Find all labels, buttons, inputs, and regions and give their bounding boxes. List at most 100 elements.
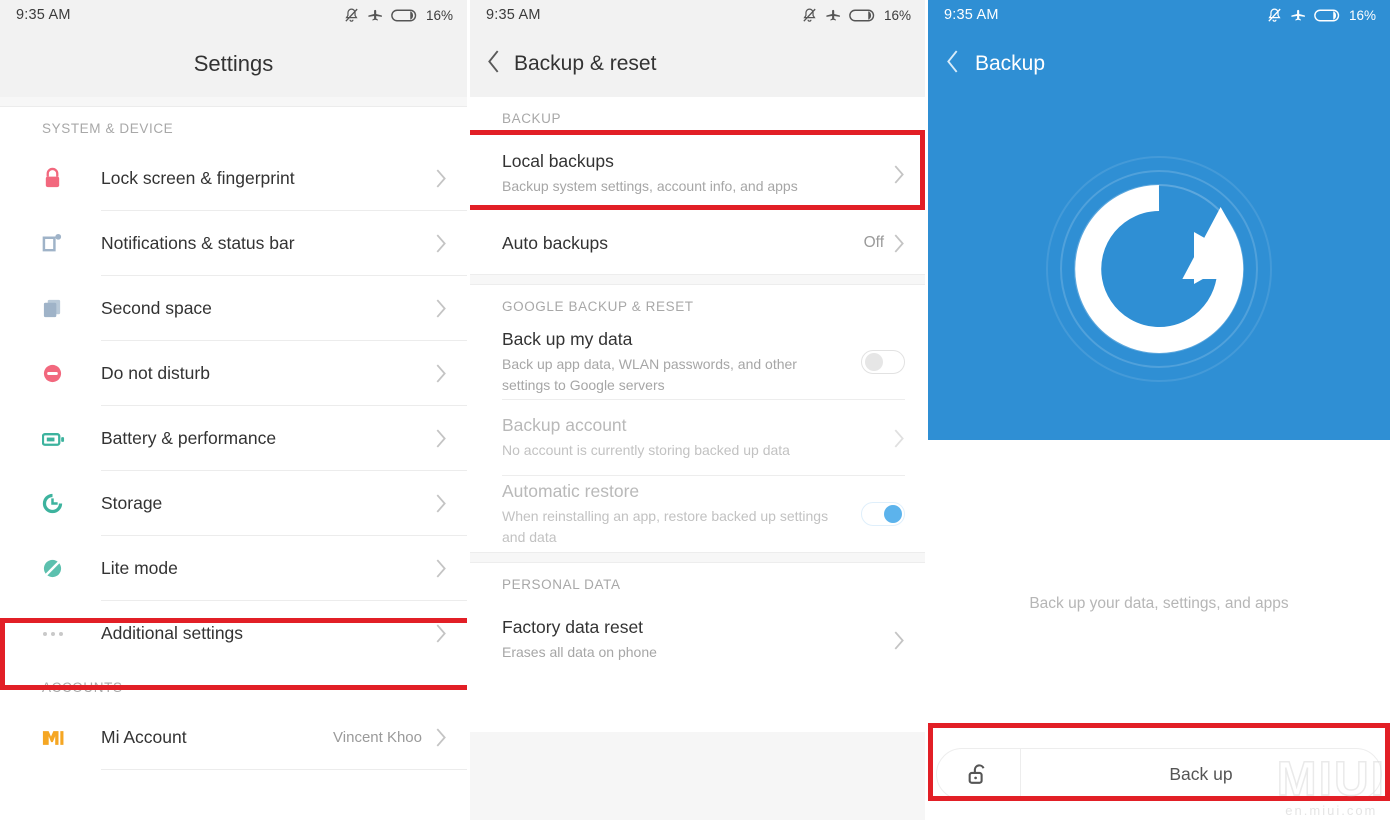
backup-hero-body bbox=[928, 97, 1390, 440]
status-bar: 9:35 AM 16% bbox=[0, 0, 467, 30]
backup-reset-header: Backup & reset bbox=[470, 30, 925, 97]
chevron-right-icon bbox=[436, 169, 446, 188]
mi-logo-icon bbox=[42, 730, 101, 746]
list-item-local-backups[interactable]: Local backups Backup system settings, ac… bbox=[470, 136, 925, 212]
mute-bell-icon bbox=[803, 8, 816, 22]
page-title: Backup bbox=[975, 51, 1046, 75]
sidebar-item-notifications[interactable]: Notifications & status bar bbox=[0, 211, 467, 276]
section-divider bbox=[470, 552, 925, 563]
chevron-right-icon bbox=[894, 233, 904, 253]
screenshot-root: 9:35 AM 16% Settings SYSTEM & DEVICE Loc… bbox=[0, 0, 1390, 820]
list-item-subtitle: Back up app data, WLAN passwords, and ot… bbox=[502, 356, 797, 393]
battery-percent-label: 16% bbox=[883, 7, 911, 23]
unlock-padlock-icon[interactable] bbox=[937, 749, 1021, 799]
list-item-tail bbox=[894, 164, 905, 184]
sidebar-item-label: Mi Account bbox=[101, 727, 187, 747]
list-item-tail bbox=[894, 630, 905, 650]
automatic-restore-toggle[interactable] bbox=[861, 502, 905, 526]
list-item-text: Auto backups bbox=[502, 233, 608, 254]
status-bar-time: 9:35 AM bbox=[486, 7, 541, 23]
list-item-factory-data-reset[interactable]: Factory data reset Erases all data on ph… bbox=[470, 602, 925, 678]
list-item-subtitle: Erases all data on phone bbox=[502, 644, 657, 661]
airplane-mode-icon bbox=[368, 9, 382, 20]
sidebar-item-second-space[interactable]: Second space bbox=[0, 276, 467, 341]
do-not-disturb-icon bbox=[42, 363, 101, 384]
sidebar-item-label: Storage bbox=[101, 493, 163, 513]
list-item-text: Local backups Backup system settings, ac… bbox=[502, 151, 798, 196]
list-item-title: Auto backups bbox=[502, 232, 609, 253]
status-bar-icons: 16% bbox=[343, 7, 453, 24]
chevron-right-icon bbox=[436, 559, 446, 578]
back-up-my-data-toggle[interactable] bbox=[861, 350, 905, 374]
settings-screen: 9:35 AM 16% Settings SYSTEM & DEVICE Loc… bbox=[0, 0, 470, 820]
watermark-sub: en.miui.com bbox=[1285, 803, 1378, 818]
list-item-auto-backups[interactable]: Auto backups Off bbox=[470, 212, 925, 274]
page-title: Backup & reset bbox=[514, 51, 657, 75]
chevron-left-icon[interactable] bbox=[487, 49, 500, 78]
list-item-title: Back up my data bbox=[502, 329, 633, 350]
list-item-tail: Off bbox=[863, 233, 905, 253]
status-bar-time: 9:35 AM bbox=[944, 7, 999, 23]
header-divider bbox=[0, 97, 467, 107]
section-label-system-device: SYSTEM & DEVICE bbox=[42, 121, 174, 136]
chevron-right-icon bbox=[894, 630, 904, 650]
lite-mode-icon bbox=[42, 558, 101, 579]
sidebar-item-do-not-disturb[interactable]: Do not disturb bbox=[0, 341, 467, 406]
status-bar-time: 9:35 AM bbox=[16, 7, 71, 23]
airplane-mode-icon bbox=[1291, 9, 1305, 20]
sidebar-item-label: Lock screen & fingerprint bbox=[101, 168, 295, 188]
sidebar-item-label: Lite mode bbox=[101, 558, 178, 578]
sidebar-item-additional-settings[interactable]: Additional settings bbox=[0, 601, 467, 666]
list-item-subtitle: No account is currently storing backed u… bbox=[502, 442, 790, 459]
airplane-mode-icon bbox=[826, 9, 840, 20]
chevron-right-icon bbox=[436, 728, 446, 747]
battery-icon bbox=[849, 9, 875, 21]
mi-account-user-name: Vincent Khoo bbox=[333, 729, 422, 746]
backup-hero: 9:35 AM 16% Backup bbox=[928, 0, 1390, 440]
backup-caption: Back up your data, settings, and apps bbox=[1029, 595, 1289, 612]
watermark: MIUI en.miui.com bbox=[1276, 755, 1386, 818]
storage-icon bbox=[42, 493, 101, 514]
lock-icon bbox=[42, 167, 101, 190]
sidebar-item-storage[interactable]: Storage bbox=[0, 471, 467, 536]
status-bar-icons: 16% bbox=[801, 7, 911, 24]
status-bar-icons: 16% bbox=[1266, 7, 1376, 24]
chevron-right-icon bbox=[436, 299, 446, 318]
sidebar-item-mi-account[interactable]: Mi Account Vincent Khoo bbox=[0, 705, 467, 770]
sidebar-item-lite-mode[interactable]: Lite mode bbox=[0, 536, 467, 601]
battery-percent-label: 16% bbox=[1348, 7, 1376, 23]
sidebar-item-lock-screen[interactable]: Lock screen & fingerprint bbox=[0, 146, 467, 211]
status-bar: 9:35 AM 16% bbox=[928, 0, 1390, 30]
list-item-subtitle: Backup system settings, account info, an… bbox=[502, 178, 798, 195]
settings-header: Settings bbox=[0, 30, 467, 97]
chevron-left-icon[interactable] bbox=[946, 49, 959, 78]
list-item-back-up-my-data[interactable]: Back up my data Back up app data, WLAN p… bbox=[470, 324, 925, 400]
auto-backups-value: Off bbox=[863, 234, 884, 251]
section-label-google-backup-reset: GOOGLE BACKUP & RESET bbox=[502, 299, 694, 314]
list-item-title: Backup account bbox=[502, 415, 627, 436]
second-space-icon bbox=[42, 298, 101, 319]
list-item-title: Local backups bbox=[502, 151, 614, 172]
backup-reset-screen: 9:35 AM 16% Backup & reset BACKUP Local … bbox=[470, 0, 928, 820]
list-item-text: Factory data reset Erases all data on ph… bbox=[502, 617, 657, 662]
mute-bell-icon bbox=[1268, 8, 1281, 22]
chevron-right-icon bbox=[436, 429, 446, 448]
list-item-text: Back up my data Back up app data, WLAN p… bbox=[502, 329, 842, 395]
chevron-right-icon bbox=[436, 494, 446, 513]
sidebar-item-label: Additional settings bbox=[101, 623, 244, 643]
list-item-text: Automatic restore When reinstalling an a… bbox=[502, 481, 842, 547]
list-item-tail bbox=[861, 350, 905, 374]
empty-area bbox=[470, 732, 925, 820]
sidebar-item-battery-performance[interactable]: Battery & performance bbox=[0, 406, 467, 471]
section-label-personal-data: PERSONAL DATA bbox=[502, 577, 621, 592]
sidebar-item-label: Do not disturb bbox=[101, 363, 210, 383]
battery-icon bbox=[391, 9, 417, 21]
list-item-text: Backup account No account is currently s… bbox=[502, 415, 790, 460]
list-item-automatic-restore[interactable]: Automatic restore When reinstalling an a… bbox=[470, 476, 925, 552]
list-item-backup-account[interactable]: Backup account No account is currently s… bbox=[470, 400, 925, 476]
section-divider bbox=[470, 274, 925, 285]
sidebar-item-label: Notifications & status bar bbox=[101, 233, 295, 253]
chevron-right-icon bbox=[436, 624, 446, 643]
page-title: Settings bbox=[193, 50, 274, 76]
chevron-right-icon bbox=[436, 234, 446, 253]
